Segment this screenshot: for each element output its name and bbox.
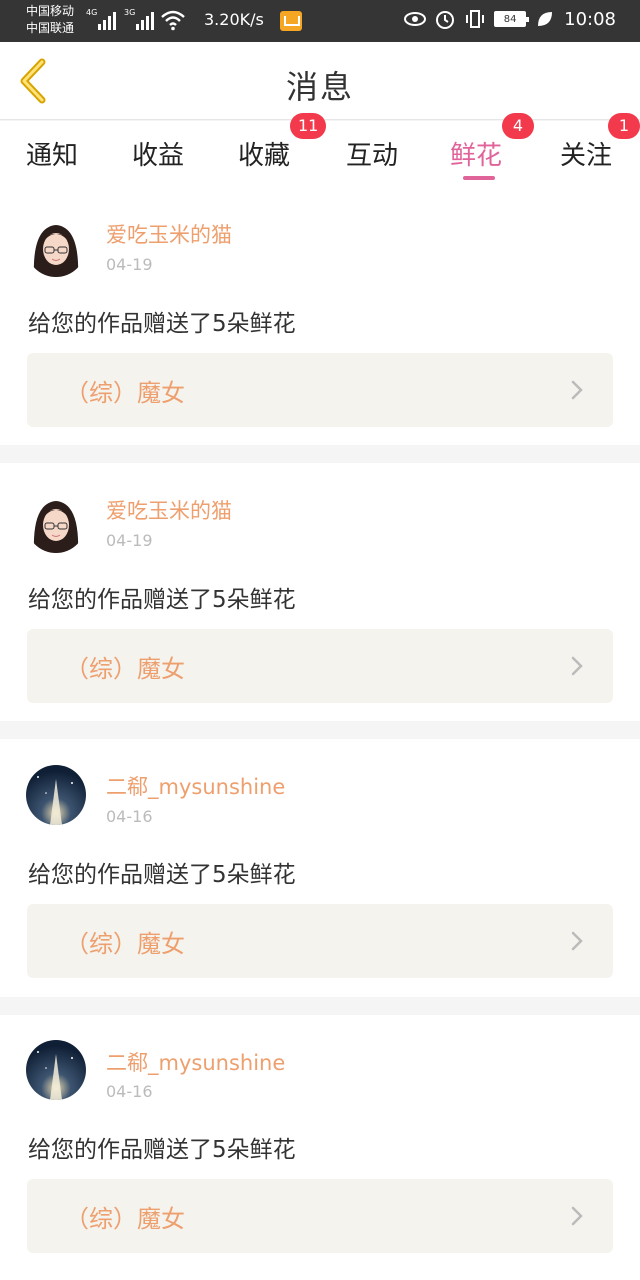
avatar[interactable] (26, 493, 86, 553)
chevron-right-icon (571, 1206, 583, 1226)
work-link[interactable]: （综）魔女 (27, 904, 613, 978)
alarm-icon (434, 8, 456, 30)
user-name[interactable]: 二郗_mysunshine (106, 1047, 285, 1077)
flowers-count-badge: 4 (502, 113, 534, 139)
eye-icon (404, 8, 427, 30)
signal-icon (136, 10, 154, 30)
mail-icon (280, 11, 302, 31)
post-date: 04-19 (106, 531, 153, 550)
page-title: 消息 (285, 68, 354, 106)
work-title: （综）魔女 (65, 379, 185, 407)
avatar[interactable] (26, 217, 86, 277)
app-header: 消息 (0, 42, 640, 120)
chevron-right-icon (571, 380, 583, 400)
message-text: 给您的作品赠送了5朵鲜花 (28, 311, 296, 337)
list-item: 二郗_mysunshine 04-16 给您的作品赠送了5朵鲜花 （综）魔女 (0, 739, 640, 997)
message-text: 给您的作品赠送了5朵鲜花 (28, 1137, 296, 1163)
girl-avatar-icon (26, 217, 86, 277)
list-item: 二郗_mysunshine 04-16 给您的作品赠送了5朵鲜花 （综）魔女 (0, 1015, 640, 1280)
list-item: 爱吃玉米的猫 04-19 给您的作品赠送了5朵鲜花 （综）魔女 (0, 463, 640, 721)
list-item: 爱吃玉米的猫 04-19 给您的作品赠送了5朵鲜花 （综）魔女 (0, 187, 640, 445)
leaf-icon (534, 8, 556, 30)
work-link[interactable]: （综）魔女 (27, 353, 613, 427)
carrier-1: 中国移动 (26, 4, 75, 18)
post-date: 04-19 (106, 255, 153, 274)
battery-icon: 84 (494, 11, 530, 27)
work-link[interactable]: （综）魔女 (27, 629, 613, 703)
status-bar: 中国移动 中国联通 4G 3G 3.20K/s 84 10:08 (0, 0, 640, 42)
message-text: 给您的作品赠送了5朵鲜花 (28, 587, 296, 613)
avatar[interactable] (26, 1040, 86, 1100)
post-date: 04-16 (106, 807, 153, 826)
tab-earnings[interactable]: 收益 (132, 135, 184, 172)
message-text: 给您的作品赠送了5朵鲜花 (28, 862, 296, 888)
tab-flowers[interactable]: 鲜花 (450, 135, 502, 172)
following-count-badge: 1 (608, 113, 640, 139)
user-name[interactable]: 爱吃玉米的猫 (106, 219, 232, 249)
network-type-2: 3G (124, 8, 136, 17)
chevron-right-icon (571, 931, 583, 951)
network-speed: 3.20K/s (204, 10, 264, 29)
avatar[interactable] (26, 765, 86, 825)
favorites-count-badge: 11 (290, 113, 327, 139)
signal-icon (98, 10, 116, 30)
tab-notifications[interactable]: 通知 (26, 135, 78, 172)
tab-following[interactable]: 关注 (560, 135, 612, 172)
carrier-labels: 中国移动 中国联通 (26, 3, 74, 37)
chevron-right-icon (571, 656, 583, 676)
tab-interactions[interactable]: 互动 (346, 135, 398, 172)
clock: 10:08 (564, 8, 616, 30)
user-name[interactable]: 爱吃玉米的猫 (106, 495, 232, 525)
tab-bar: 通知 收益 收藏 11 互动 鲜花 4 关注 1 (0, 113, 640, 187)
night-sky-avatar-icon (26, 765, 86, 825)
work-title: （综）魔女 (65, 1205, 185, 1233)
night-sky-avatar-icon (26, 1040, 86, 1100)
active-tab-indicator (463, 176, 495, 180)
wifi-icon (161, 10, 185, 31)
work-title: （综）魔女 (65, 655, 185, 683)
post-date: 04-16 (106, 1082, 153, 1101)
carrier-2: 中国联通 (26, 21, 75, 35)
work-link[interactable]: （综）魔女 (27, 1179, 613, 1253)
tab-favorites[interactable]: 收藏 (238, 135, 290, 172)
work-title: （综）魔女 (65, 930, 185, 958)
girl-avatar-icon (26, 493, 86, 553)
network-type-1: 4G (86, 8, 98, 17)
user-name[interactable]: 二郗_mysunshine (106, 771, 285, 801)
vibrate-icon (464, 8, 486, 30)
